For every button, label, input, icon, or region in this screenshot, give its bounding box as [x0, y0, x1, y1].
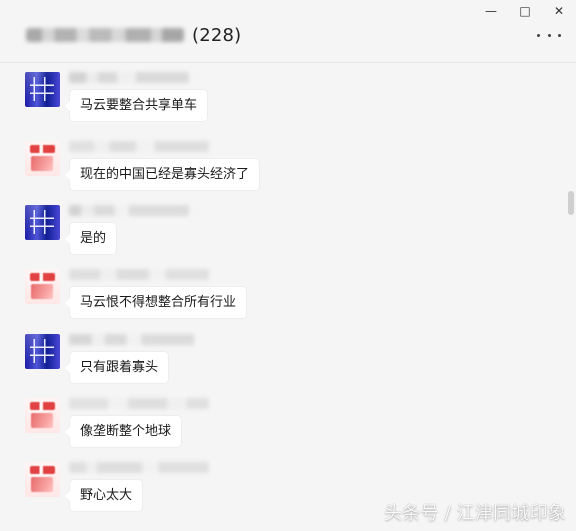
message-bubble: 像垄断整个地球 — [64, 416, 182, 447]
member-count: (228) — [192, 24, 242, 46]
chat-panel: 马云要整合共享单车 现在的中国已经是寡头经济了 是的 马云恨不得想整合所有行业 … — [0, 63, 576, 531]
message-bubble: 只有跟着寡头 — [64, 352, 169, 383]
user-avatar[interactable] — [25, 205, 60, 240]
message-bubble: 马云要整合共享单车 — [64, 90, 208, 121]
more-dot — [558, 33, 561, 37]
more-dot — [547, 33, 551, 37]
user-avatar[interactable] — [25, 72, 60, 107]
close-icon: ✕ — [553, 4, 565, 18]
window-controls: — □ ✕ — [474, 0, 576, 22]
user-avatar[interactable] — [25, 398, 60, 433]
more-dot — [537, 33, 540, 37]
minimize-button[interactable]: — — [474, 0, 508, 22]
user-avatar[interactable] — [25, 334, 60, 369]
blurred-sender-name — [69, 141, 209, 152]
message-bubble: 是的 — [64, 223, 117, 254]
blurred-chat-name — [26, 28, 184, 42]
blurred-sender-name — [69, 269, 209, 280]
chat-title: (228) — [26, 20, 241, 50]
message-bubble: 野心太大 — [64, 480, 143, 511]
message-bubble: 现在的中国已经是寡头经济了 — [64, 159, 260, 190]
minimize-icon: — — [485, 4, 497, 18]
user-avatar[interactable] — [25, 141, 60, 176]
more-icon[interactable] — [537, 31, 561, 39]
message-bubble: 马云恨不得想整合所有行业 — [64, 287, 247, 318]
user-avatar[interactable] — [25, 269, 60, 304]
blurred-sender-name — [69, 462, 209, 473]
maximize-icon: □ — [519, 4, 531, 18]
maximize-button[interactable]: □ — [508, 0, 542, 22]
vertical-scrollbar[interactable] — [568, 191, 574, 215]
blurred-sender-name — [69, 72, 189, 83]
blurred-sender-name — [69, 205, 189, 216]
user-avatar[interactable] — [25, 462, 60, 497]
blurred-sender-name — [69, 398, 209, 409]
close-button[interactable]: ✕ — [542, 0, 576, 22]
blurred-sender-name — [69, 334, 194, 345]
chat-header: — □ ✕ (228) — [0, 0, 576, 63]
watermark: 头条号 / 江津同城印象 — [384, 503, 566, 524]
